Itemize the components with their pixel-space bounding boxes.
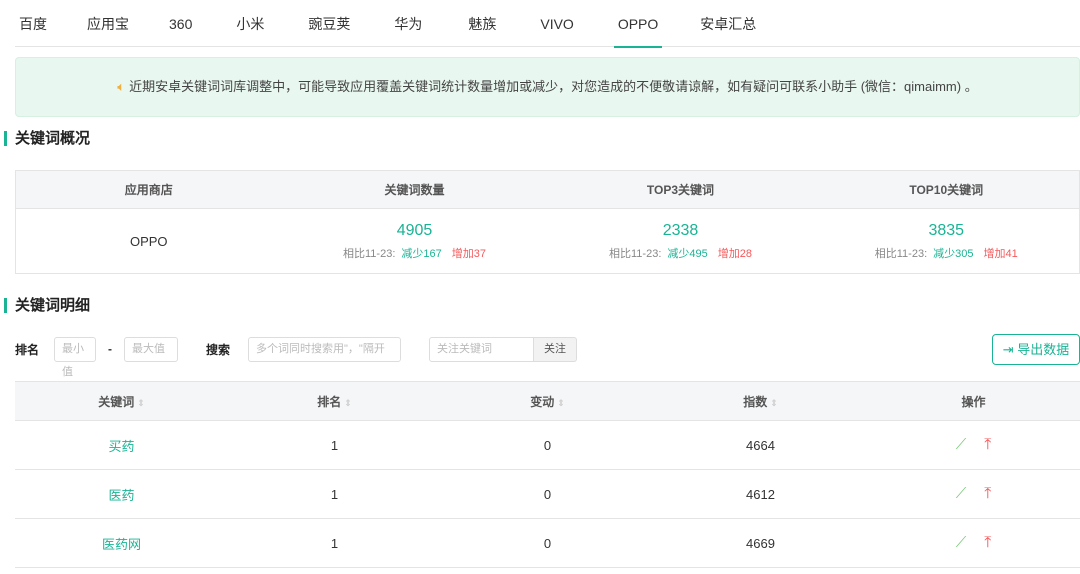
rank-min-input[interactable]: 最小值: [54, 336, 97, 378]
col-top3: TOP3关键词: [547, 170, 814, 209]
store-name: OPPO: [15, 208, 282, 274]
col-top10: TOP10关键词: [813, 170, 1080, 209]
tab-huawei[interactable]: 华为: [394, 0, 422, 47]
table-row: 买药 1 0 4664 ⟋ ⤒: [15, 420, 1080, 470]
header-label: 变动: [530, 394, 555, 409]
export-data-button[interactable]: ⇥ 导出数据: [992, 334, 1080, 365]
actions-cell: ⟋ ⤒: [867, 469, 1080, 519]
increase-value: 增加41: [983, 247, 1018, 260]
actions-cell: ⟋ ⤒: [867, 420, 1080, 470]
detail-title: 关键词明细: [4, 298, 90, 313]
tab-meizu[interactable]: 魅族: [468, 0, 496, 47]
search-label: 搜索: [206, 342, 231, 357]
tab-wandoujia[interactable]: 豌豆荚: [308, 0, 350, 47]
tab-vivo[interactable]: VIVO: [540, 0, 573, 47]
tab-baidu[interactable]: 百度: [19, 0, 47, 47]
trend-chart-icon[interactable]: ⟋: [956, 485, 967, 502]
notice-text: 近期安卓关键词词库调整中，可能导致应用覆盖关键词统计数量增加或减少，对您造成的不…: [129, 79, 978, 94]
compare-label: 相比11-23:: [874, 247, 928, 260]
col-index[interactable]: 指数 ⇕: [654, 381, 867, 421]
index-cell: 4669: [654, 518, 867, 568]
sort-icon[interactable]: ⇕: [137, 398, 145, 408]
keyword-detail-table: 关键词 ⇕ 排名 ⇕ 变动 ⇕ 指数 ⇕ 操作 买药 1 0 4664 ⟋ ⤒ 医药 1 …: [15, 381, 1080, 568]
trend-chart-icon[interactable]: ⟋: [956, 436, 967, 453]
rank-max-input[interactable]: 最大值: [124, 336, 179, 362]
increase-value: 增加28: [717, 247, 752, 260]
trend-chart-icon[interactable]: ⟋: [956, 534, 967, 551]
sort-icon[interactable]: ⇕: [344, 398, 352, 408]
increase-value: 增加37: [451, 247, 486, 260]
follow-button[interactable]: 关注: [534, 336, 578, 362]
col-actions: 操作: [867, 381, 1080, 421]
rank-cell: 1: [228, 518, 441, 568]
change-cell: 0: [441, 420, 654, 470]
sort-icon[interactable]: ⇕: [557, 398, 565, 408]
export-label: 导出数据: [1017, 342, 1070, 357]
header-label: 排名: [317, 394, 342, 409]
index-cell: 4664: [654, 420, 867, 470]
compare-label: 相比11-23:: [609, 247, 662, 260]
tab-yingyongbao[interactable]: 应用宝: [87, 0, 129, 47]
store-tabs: 百度 应用宝 360 小米 豌豆荚 华为 魅族 VIVO OPPO 安卓汇总: [15, 0, 1080, 48]
rank-cell: 1: [228, 420, 441, 470]
keyword-count-cell: 4905 相比11-23: 减少167 增加37: [281, 208, 548, 274]
col-keyword[interactable]: 关键词 ⇕: [15, 381, 228, 421]
change-cell: 0: [441, 469, 654, 519]
pin-top-icon[interactable]: ⤒: [984, 436, 991, 453]
keyword-link[interactable]: 买药: [15, 420, 228, 470]
compare-label: 相比11-23:: [343, 247, 396, 260]
top10-cell: 3835 相比11-23: 减少305 增加41: [813, 208, 1080, 274]
filter-bar: 排名 最小值 - 最大值 搜索 多个词同时搜索用"，"隔开 关注关键词 关注: [15, 336, 578, 378]
metric-value: 3835: [928, 221, 965, 239]
rank-cell: 1: [228, 469, 441, 519]
tab-360[interactable]: 360: [169, 0, 192, 47]
sort-icon[interactable]: ⇕: [770, 398, 778, 408]
follow-keyword-input[interactable]: 关注关键词: [429, 336, 535, 362]
header-label: 指数: [743, 394, 768, 409]
decrease-value: 减少167: [401, 247, 442, 260]
keyword-link[interactable]: 医药网: [15, 518, 228, 568]
tab-android-summary[interactable]: 安卓汇总: [700, 0, 756, 47]
header-label: 关键词: [98, 394, 135, 409]
decrease-value: 减少495: [667, 247, 708, 260]
index-cell: 4612: [654, 469, 867, 519]
pin-top-icon[interactable]: ⤒: [984, 485, 991, 502]
col-rank[interactable]: 排名 ⇕: [228, 381, 441, 421]
col-store: 应用商店: [15, 170, 282, 209]
notice-banner: 🔈︎ 近期安卓关键词词库调整中，可能导致应用覆盖关键词统计数量增加或减少，对您造成…: [15, 57, 1080, 117]
change-cell: 0: [441, 518, 654, 568]
actions-cell: ⟋ ⤒: [867, 518, 1080, 568]
tab-oppo[interactable]: OPPO: [613, 0, 663, 48]
tab-xiaomi[interactable]: 小米: [236, 0, 264, 47]
metric-value: 4905: [396, 221, 433, 239]
rank-label: 排名: [15, 342, 40, 357]
metric-value: 2338: [662, 221, 699, 239]
col-keyword-count: 关键词数量: [281, 170, 548, 209]
col-change[interactable]: 变动 ⇕: [441, 381, 654, 421]
table-row: 医药 1 0 4612 ⟋ ⤒: [15, 469, 1080, 519]
range-dash: -: [108, 342, 113, 356]
table-row: 医药网 1 0 4669 ⟋ ⤒: [15, 518, 1080, 568]
decrease-value: 减少305: [933, 247, 974, 260]
top3-cell: 2338 相比11-23: 减少495 增加28: [547, 208, 814, 274]
pin-top-icon[interactable]: ⤒: [984, 534, 991, 551]
speaker-icon: 🔈︎: [117, 79, 126, 94]
export-icon: ⇥: [1002, 342, 1018, 357]
overview-title: 关键词概况: [4, 131, 90, 146]
keyword-link[interactable]: 医药: [15, 469, 228, 519]
overview-table: 应用商店 关键词数量 TOP3关键词 TOP10关键词 OPPO 4905 相比1…: [15, 170, 1080, 274]
search-input[interactable]: 多个词同时搜索用"，"隔开: [248, 336, 402, 362]
